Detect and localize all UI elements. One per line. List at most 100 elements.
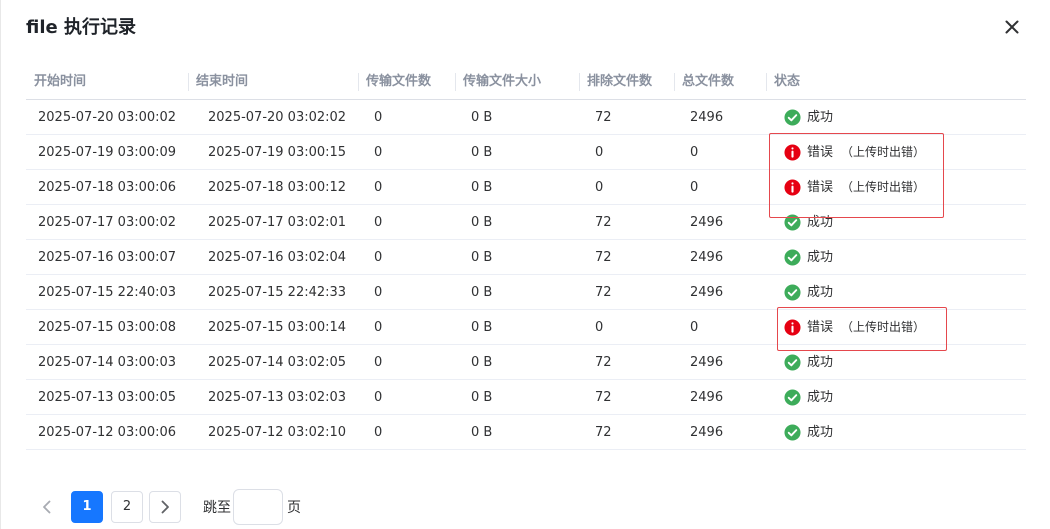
cell-total-count: 2496 — [690, 250, 724, 265]
cell-transfer-count: 0 — [374, 250, 383, 265]
cell-start-time: 2025-07-14 03:00:03 — [38, 355, 177, 370]
chevron-right-icon — [161, 500, 169, 513]
cell-transfer-count: 0 — [374, 390, 383, 405]
cell-excluded-count: 72 — [595, 355, 612, 370]
header-transfer-size: 传输文件大小 — [455, 64, 541, 100]
cell-total-count: 2496 — [690, 425, 724, 440]
cell-end-time: 2025-07-15 22:42:33 — [208, 285, 347, 300]
cell-end-time: 2025-07-12 03:02:10 — [208, 425, 347, 440]
next-page-button[interactable] — [149, 490, 181, 523]
cell-excluded-count: 72 — [595, 215, 612, 230]
prev-page-button[interactable] — [31, 491, 63, 523]
status-label: 成功 — [807, 110, 834, 125]
cell-status: 成功 — [776, 240, 833, 275]
cell-excluded-count: 72 — [595, 390, 612, 405]
cell-status: 成功 — [776, 380, 833, 415]
table-row: 2025-07-16 03:00:07 2025-07-16 03:02:04 0 0… — [26, 240, 1026, 275]
cell-start-time: 2025-07-16 03:00:07 — [38, 250, 177, 265]
cell-end-time: 2025-07-13 03:02:03 — [208, 390, 347, 405]
cell-transfer-size: 0 B — [471, 355, 493, 370]
cell-end-time: 2025-07-17 03:02:01 — [208, 215, 347, 230]
execution-records-dialog: file 执行记录 开始时间 结束时间 传输文件数 传输文件大小 排除文件数 总… — [0, 0, 1050, 529]
info-circle-icon — [784, 179, 801, 196]
status-label: 成功 — [807, 215, 834, 230]
cell-start-time: 2025-07-17 03:00:02 — [38, 215, 177, 230]
cell-excluded-count: 72 — [595, 250, 612, 265]
table-row: 2025-07-12 03:00:06 2025-07-12 03:02:10 0 0… — [26, 415, 1026, 450]
info-circle-icon — [784, 144, 801, 161]
cell-status: 错误 （上传时出错） — [776, 135, 925, 170]
cell-transfer-size: 0 B — [471, 320, 493, 335]
cell-transfer-count: 0 — [374, 425, 383, 440]
cell-transfer-count: 0 — [374, 285, 383, 300]
jump-page-input[interactable] — [233, 488, 283, 525]
cell-end-time: 2025-07-16 03:02:04 — [208, 250, 347, 265]
cell-start-time: 2025-07-18 03:00:06 — [38, 180, 177, 195]
status-detail: （上传时出错） — [841, 145, 926, 159]
chevron-left-icon — [43, 500, 51, 513]
cell-total-count: 2496 — [690, 285, 724, 300]
status-label: 错误 — [807, 180, 834, 195]
cell-total-count: 0 — [690, 180, 699, 195]
cell-total-count: 0 — [690, 320, 699, 335]
table-row: 2025-07-15 22:40:03 2025-07-15 22:42:33 0 0… — [26, 275, 1026, 310]
status-label: 成功 — [807, 425, 834, 440]
table-row: 2025-07-14 03:00:03 2025-07-14 03:02:05 0 0… — [26, 345, 1026, 380]
cell-transfer-count: 0 — [374, 145, 383, 160]
table-body: 2025-07-20 03:00:02 2025-07-20 03:02:02 0 0… — [26, 100, 1026, 450]
cell-start-time: 2025-07-19 03:00:09 — [38, 145, 177, 160]
cell-start-time: 2025-07-15 03:00:08 — [38, 320, 177, 335]
cell-end-time: 2025-07-15 03:00:14 — [208, 320, 347, 335]
status-label: 成功 — [807, 355, 834, 370]
check-circle-icon — [784, 424, 801, 441]
cell-transfer-count: 0 — [374, 320, 383, 335]
cell-start-time: 2025-07-20 03:00:02 — [38, 110, 177, 125]
cell-end-time: 2025-07-14 03:02:05 — [208, 355, 347, 370]
header-excluded-count: 排除文件数 — [579, 64, 652, 100]
cell-excluded-count: 72 — [595, 425, 612, 440]
info-circle-icon — [784, 319, 801, 336]
header-transfer-count: 传输文件数 — [358, 64, 431, 100]
cell-status: 成功 — [776, 415, 833, 450]
cell-transfer-count: 0 — [374, 180, 383, 195]
cell-excluded-count: 72 — [595, 285, 612, 300]
cell-excluded-count: 0 — [595, 320, 604, 335]
cell-excluded-count: 0 — [595, 145, 604, 160]
cell-excluded-count: 0 — [595, 180, 604, 195]
status-label: 成功 — [807, 250, 834, 265]
check-circle-icon — [784, 109, 801, 126]
cell-end-time: 2025-07-19 03:00:15 — [208, 145, 347, 160]
cell-end-time: 2025-07-18 03:00:12 — [208, 180, 347, 195]
cell-transfer-size: 0 B — [471, 425, 493, 440]
header-total-count: 总文件数 — [674, 64, 734, 100]
cell-transfer-size: 0 B — [471, 110, 493, 125]
table-row: 2025-07-13 03:00:05 2025-07-13 03:02:03 0 0… — [26, 380, 1026, 415]
cell-total-count: 2496 — [690, 215, 724, 230]
status-label: 成功 — [807, 390, 834, 405]
table-row: 2025-07-18 03:00:06 2025-07-18 03:00:12 0 0… — [26, 170, 1026, 205]
cell-transfer-size: 0 B — [471, 285, 493, 300]
check-circle-icon — [784, 249, 801, 266]
cell-status: 成功 — [776, 205, 833, 240]
close-button[interactable] — [999, 14, 1025, 40]
pagination: 1 2 跳至 页 — [31, 488, 301, 525]
status-label: 错误 — [807, 145, 834, 160]
table-row: 2025-07-15 03:00:08 2025-07-15 03:00:14 0 0… — [26, 310, 1026, 345]
page-button-2[interactable]: 2 — [111, 490, 143, 523]
cell-transfer-count: 0 — [374, 110, 383, 125]
cell-status: 成功 — [776, 100, 833, 135]
status-label: 成功 — [807, 285, 834, 300]
check-circle-icon — [784, 354, 801, 371]
cell-start-time: 2025-07-15 22:40:03 — [38, 285, 177, 300]
cell-total-count: 2496 — [690, 110, 724, 125]
table-row: 2025-07-17 03:00:02 2025-07-17 03:02:01 0 0… — [26, 205, 1026, 240]
check-circle-icon — [784, 389, 801, 406]
header-status: 状态 — [766, 64, 800, 100]
status-label: 错误 — [807, 320, 834, 335]
cell-start-time: 2025-07-13 03:00:05 — [38, 390, 177, 405]
cell-end-time: 2025-07-20 03:02:02 — [208, 110, 347, 125]
check-circle-icon — [784, 284, 801, 301]
page-button-1[interactable]: 1 — [71, 490, 103, 523]
cell-transfer-size: 0 B — [471, 250, 493, 265]
check-circle-icon — [784, 214, 801, 231]
